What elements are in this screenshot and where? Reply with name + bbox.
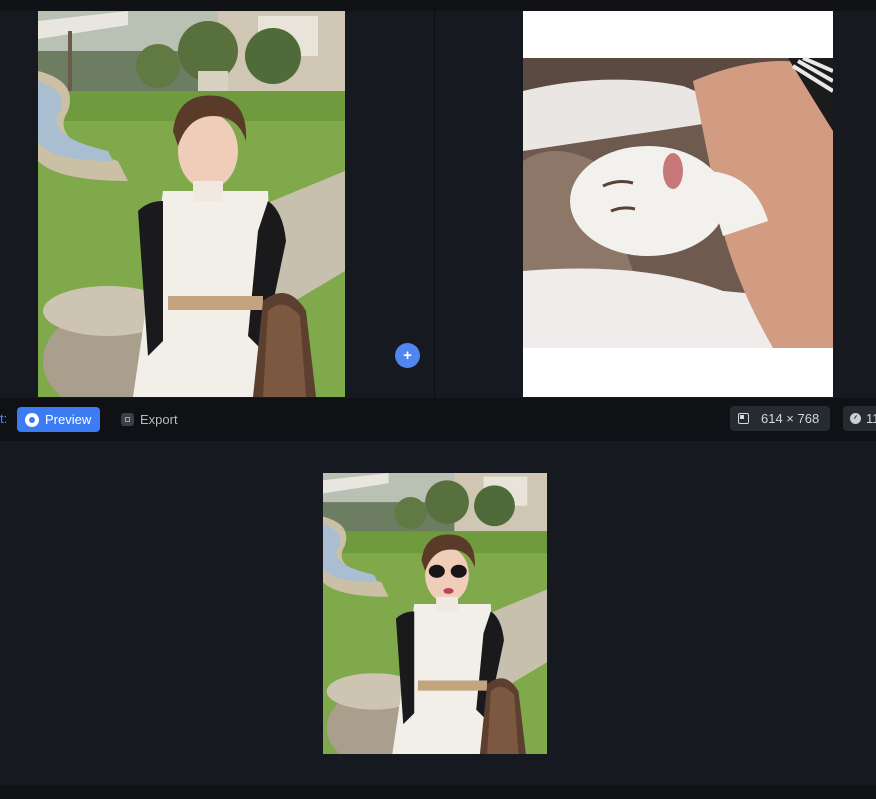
timing-badge: 11 <box>843 406 876 431</box>
pane-divider <box>434 0 435 398</box>
bottom-strip <box>0 785 876 799</box>
toolbar-prefix-label: t: <box>0 411 8 426</box>
dimensions-value: 614 × 768 <box>761 411 820 426</box>
output-photo <box>323 473 547 754</box>
source-photo <box>38 11 345 397</box>
export-label: Export <box>140 412 178 427</box>
dimensions-badge: 614 × 768 <box>730 406 830 431</box>
timing-value: 11 <box>866 411 876 426</box>
resize-icon <box>738 413 749 424</box>
clock-icon <box>850 413 861 424</box>
preview-label: Preview <box>45 412 92 427</box>
export-button[interactable]: Export <box>121 407 178 432</box>
export-icon <box>121 413 134 426</box>
preview-button[interactable]: Preview <box>17 407 100 432</box>
target-photo <box>523 11 833 397</box>
eye-icon <box>25 412 39 427</box>
top-strip <box>0 0 876 11</box>
add-button[interactable]: + <box>395 343 420 368</box>
